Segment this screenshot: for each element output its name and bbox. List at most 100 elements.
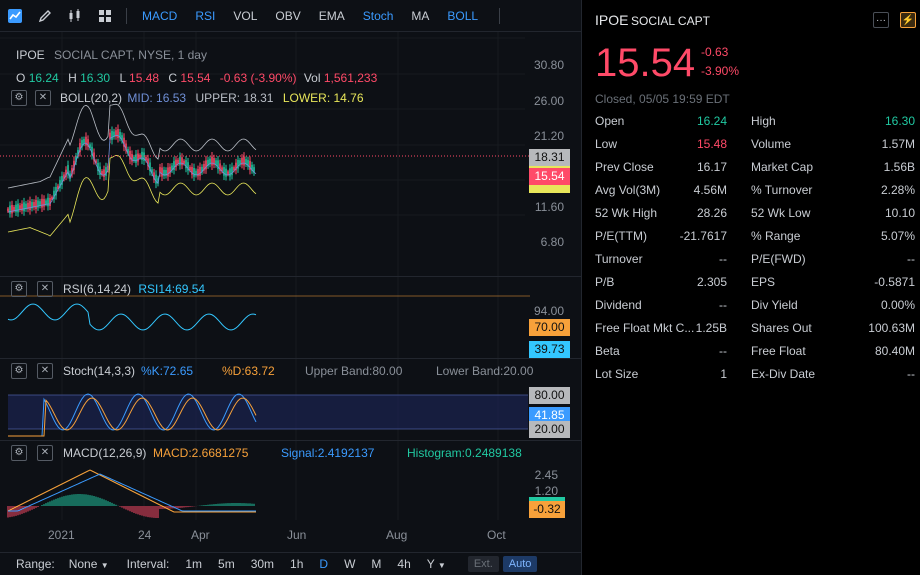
- candle-body: [47, 197, 49, 207]
- stat-row: Lot Size 1 Ex-Div Date --: [595, 367, 915, 390]
- stoch-settings-icon[interactable]: ⚙: [11, 363, 27, 379]
- grid-layout-icon[interactable]: [90, 0, 120, 32]
- rsi-line: [7, 303, 257, 331]
- stoch-close-icon[interactable]: ✕: [37, 363, 53, 379]
- boll-close-icon[interactable]: ✕: [35, 90, 51, 106]
- candle-body: [105, 167, 107, 176]
- rsi-close-icon[interactable]: ✕: [37, 281, 53, 297]
- interval-m-button[interactable]: M: [363, 557, 389, 571]
- candle-body: [103, 169, 105, 177]
- candle-body: [49, 197, 51, 207]
- quote-ticker: IPOE: [595, 12, 629, 28]
- interval-30m-button[interactable]: 30m: [243, 557, 282, 571]
- stat-row: Prev Close 16.17 Market Cap 1.56B: [595, 160, 915, 183]
- candle-body: [45, 200, 47, 205]
- chevron-down-icon: ▼: [437, 561, 446, 570]
- candle-body: [11, 204, 13, 214]
- interval-1m-button[interactable]: 1m: [177, 557, 210, 571]
- stat-value: 1.57M: [881, 137, 915, 151]
- x-axis-label: 24: [138, 528, 152, 542]
- ohlc-low-label: L: [119, 71, 126, 85]
- candle-body: [223, 167, 225, 176]
- stat-label: Low: [595, 137, 618, 151]
- boll-settings-icon[interactable]: ⚙: [11, 90, 27, 106]
- range-value: None: [68, 557, 98, 571]
- stat-label: % Range: [751, 229, 801, 243]
- indicator-stoch-button[interactable]: Stoch: [354, 9, 403, 23]
- stoch-name: Stoch(14,3,3): [63, 364, 136, 378]
- candle-body: [193, 168, 195, 177]
- candle-body: [161, 167, 163, 177]
- interval-d-button[interactable]: D: [311, 557, 336, 571]
- stat-value: 2.28%: [880, 183, 915, 197]
- stat-value: -0.5871: [874, 275, 915, 289]
- interval-5m-button[interactable]: 5m: [210, 557, 243, 571]
- boll-upper: UPPER: 18.31: [195, 91, 274, 105]
- rsi-value-tag: 39.73: [529, 341, 570, 358]
- auto-scale-button[interactable]: Auto: [502, 556, 538, 572]
- stat-value: 15.48: [696, 137, 727, 151]
- stat-label: P/E(FWD): [751, 252, 806, 266]
- range-select[interactable]: None ▼: [61, 557, 119, 571]
- interval-4h-button[interactable]: 4h: [389, 557, 418, 571]
- quote-panel: IPOE SOCIAL CAPT ··· ⚡ 15.54 -0.63 -3.90…: [583, 0, 920, 575]
- interval-1h-button[interactable]: 1h: [282, 557, 311, 571]
- stat-value: 16.30: [884, 114, 915, 128]
- pencil-icon[interactable]: [30, 0, 60, 32]
- stoch-upper-tag: 80.00: [529, 387, 570, 404]
- ohlc-volume-label: Vol: [303, 71, 321, 85]
- ohlc-high: 16.30: [80, 71, 111, 85]
- stat-row: Free Float Mkt C... 1.25B Shares Out 100.63…: [595, 321, 915, 344]
- last-price-tag: 15.54: [529, 168, 570, 185]
- stat-value: --: [719, 252, 727, 266]
- stat-value: 1: [720, 367, 727, 381]
- macd-value-tag: -0.32: [529, 501, 565, 518]
- upper-band-price-tag: 18.31: [529, 149, 570, 166]
- indicator-ma-button[interactable]: MA: [402, 9, 438, 23]
- stat-row: Beta -- Free Float 80.40M: [595, 344, 915, 367]
- interval-y-select[interactable]: Y ▼: [419, 557, 454, 571]
- ext-hours-button[interactable]: Ext.: [467, 556, 499, 572]
- stat-value: --: [719, 298, 727, 312]
- indicator-obv-button[interactable]: OBV: [266, 9, 309, 23]
- stat-row: P/E(TTM) -21.7617 % Range 5.07%: [595, 229, 915, 252]
- candle-body: [85, 136, 87, 146]
- indicator-ema-button[interactable]: EMA: [310, 9, 354, 23]
- indicator-vol-button[interactable]: VOL: [224, 9, 266, 23]
- candle-body: [117, 129, 119, 139]
- stoch-lower-band: Lower Band:20.00: [436, 364, 534, 378]
- rsi-settings-icon[interactable]: ⚙: [11, 281, 27, 297]
- ohlc-open: 16.24: [28, 71, 59, 85]
- pane-divider: [0, 440, 582, 441]
- quote-change: -0.63: [701, 45, 729, 59]
- more-options-icon[interactable]: ···: [873, 12, 889, 28]
- macd-axis-label: 2.45: [534, 468, 558, 482]
- macd-close-icon[interactable]: ✕: [37, 445, 53, 461]
- candlestick-icon[interactable]: [60, 0, 90, 32]
- indicator-boll-button[interactable]: BOLL: [438, 9, 487, 23]
- quote-company-name: SOCIAL CAPT: [631, 14, 710, 28]
- chart-symbol: IPOE: [16, 48, 45, 62]
- stat-value: 100.63M: [868, 321, 915, 335]
- interval-w-button[interactable]: W: [336, 557, 363, 571]
- chart-area[interactable]: MACD RSI VOL OBV EMA Stoch MA BOLL IPOE …: [0, 0, 582, 575]
- flash-icon[interactable]: ⚡: [900, 12, 916, 28]
- stat-label: 52 Wk High: [595, 206, 658, 220]
- stat-label: Prev Close: [595, 160, 654, 174]
- interval-y-button: Y: [426, 557, 435, 571]
- chart-type-icon[interactable]: [0, 0, 30, 32]
- stat-label: P/E(TTM): [595, 229, 647, 243]
- indicator-rsi-button[interactable]: RSI: [186, 9, 224, 23]
- stat-row: P/B 2.305 EPS -0.5871: [595, 275, 915, 298]
- rsi-legend: RSI(6,14,24) RSI14:69.54: [63, 282, 205, 296]
- stat-value: 5.07%: [880, 229, 915, 243]
- macd-settings-icon[interactable]: ⚙: [11, 445, 27, 461]
- stat-label: Volume: [751, 137, 792, 151]
- stoch-lower-tag: 20.00: [529, 421, 570, 438]
- price-axis-label: 26.00: [533, 94, 564, 108]
- candle-body: [225, 168, 227, 177]
- stat-label: P/B: [595, 275, 615, 289]
- stat-value: 1.56B: [883, 160, 915, 174]
- indicator-macd-button[interactable]: MACD: [133, 9, 186, 23]
- rsi-name: RSI(6,14,24): [63, 282, 132, 296]
